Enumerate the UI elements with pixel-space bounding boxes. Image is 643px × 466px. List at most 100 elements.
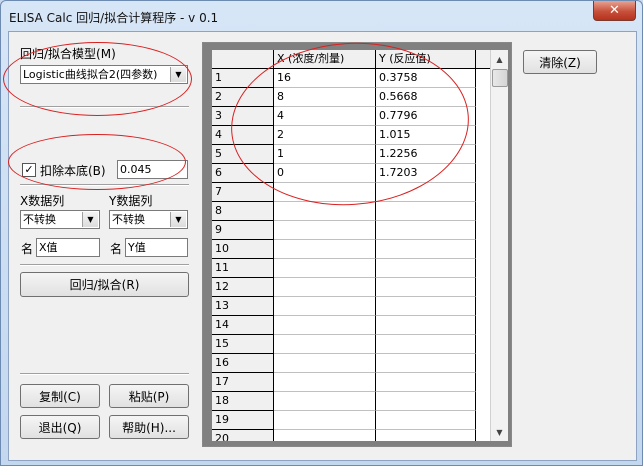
- cell-y[interactable]: [376, 240, 476, 259]
- cell-y[interactable]: [376, 354, 476, 373]
- y-column-label: Y数据列: [109, 194, 153, 208]
- cell-y[interactable]: [376, 335, 476, 354]
- cell-x[interactable]: 4: [274, 107, 376, 126]
- exit-button[interactable]: 退出(Q): [20, 415, 100, 439]
- y-name-input[interactable]: Y值: [125, 238, 188, 257]
- cell-y[interactable]: 0.3758: [376, 69, 476, 88]
- table-row: 12: [212, 278, 490, 297]
- cell-x[interactable]: 2: [274, 126, 376, 145]
- cell-x[interactable]: [274, 411, 376, 430]
- background-checkbox[interactable]: ✓: [22, 163, 36, 177]
- row-header[interactable]: 19: [212, 411, 274, 430]
- cell-y[interactable]: 0.7796: [376, 107, 476, 126]
- table-row: 7: [212, 183, 490, 202]
- cell-y[interactable]: 1.015: [376, 126, 476, 145]
- cell-x[interactable]: 16: [274, 69, 376, 88]
- cell-y[interactable]: [376, 392, 476, 411]
- background-value-input[interactable]: 0.045: [117, 160, 188, 179]
- cell-x[interactable]: [274, 354, 376, 373]
- table-row: 20: [212, 430, 490, 441]
- table-row: 9: [212, 221, 490, 240]
- cell-y[interactable]: 0.5668: [376, 88, 476, 107]
- table-row: 8: [212, 202, 490, 221]
- vertical-scrollbar[interactable]: ▲ ▼: [490, 50, 508, 441]
- cell-x[interactable]: 8: [274, 88, 376, 107]
- header-x[interactable]: X (浓度/剂量): [274, 50, 376, 68]
- divider: [20, 264, 189, 266]
- y-transform-select[interactable]: 不转换 ▼: [109, 210, 188, 229]
- table-row: 10: [212, 240, 490, 259]
- paste-button[interactable]: 粘贴(P): [109, 384, 189, 408]
- cell-y[interactable]: [376, 221, 476, 240]
- cell-y[interactable]: [376, 183, 476, 202]
- table-row: 11: [212, 259, 490, 278]
- cell-x[interactable]: [274, 392, 376, 411]
- x-name-input[interactable]: X值: [36, 238, 100, 257]
- cell-y[interactable]: [376, 316, 476, 335]
- x-transform-select[interactable]: 不转换 ▼: [20, 210, 100, 229]
- row-header[interactable]: 1: [212, 69, 274, 88]
- row-header[interactable]: 2: [212, 88, 274, 107]
- row-header[interactable]: 8: [212, 202, 274, 221]
- cell-x[interactable]: [274, 240, 376, 259]
- row-header[interactable]: 9: [212, 221, 274, 240]
- row-header[interactable]: 5: [212, 145, 274, 164]
- row-header[interactable]: 20: [212, 430, 274, 441]
- cell-x[interactable]: [274, 373, 376, 392]
- close-icon: ✕: [609, 3, 620, 18]
- x-column-label: X数据列: [20, 194, 65, 208]
- cell-y[interactable]: 1.7203: [376, 164, 476, 183]
- row-header[interactable]: 3: [212, 107, 274, 126]
- row-header[interactable]: 6: [212, 164, 274, 183]
- row-header[interactable]: 15: [212, 335, 274, 354]
- cell-y[interactable]: [376, 278, 476, 297]
- clear-button[interactable]: 清除(Z): [523, 50, 597, 74]
- scroll-thumb[interactable]: [492, 69, 508, 87]
- cell-y[interactable]: [376, 202, 476, 221]
- table-row: 6 0 1.7203: [212, 164, 490, 183]
- header-y[interactable]: Y (反应值): [376, 50, 476, 68]
- cell-x[interactable]: [274, 316, 376, 335]
- cell-y[interactable]: [376, 297, 476, 316]
- row-header[interactable]: 18: [212, 392, 274, 411]
- cell-x[interactable]: [274, 221, 376, 240]
- row-header[interactable]: 17: [212, 373, 274, 392]
- cell-x[interactable]: 0: [274, 164, 376, 183]
- row-header[interactable]: 11: [212, 259, 274, 278]
- close-button[interactable]: ✕: [593, 1, 636, 21]
- copy-button[interactable]: 复制(C): [20, 384, 100, 408]
- help-button[interactable]: 帮助(H)...: [109, 415, 189, 439]
- row-header[interactable]: 14: [212, 316, 274, 335]
- data-grid[interactable]: X (浓度/剂量) Y (反应值) 1 16 0.3758 2 8 0.5668 3 4 0.7…: [212, 50, 490, 441]
- table-row: 19: [212, 411, 490, 430]
- row-header[interactable]: 12: [212, 278, 274, 297]
- title-bar[interactable]: ELISA Calc 回归/拟合计算程序 - v 0.1 ✕: [1, 1, 642, 31]
- scroll-down-icon[interactable]: ▼: [492, 424, 507, 440]
- model-select[interactable]: Logistic曲线拟合2(四参数) ▼: [20, 65, 188, 84]
- cell-x[interactable]: [274, 430, 376, 441]
- cell-x[interactable]: [274, 202, 376, 221]
- row-header[interactable]: 10: [212, 240, 274, 259]
- cell-y[interactable]: 1.2256: [376, 145, 476, 164]
- row-header[interactable]: 7: [212, 183, 274, 202]
- row-header[interactable]: 4: [212, 126, 274, 145]
- cell-y[interactable]: [376, 411, 476, 430]
- cell-x[interactable]: [274, 278, 376, 297]
- cell-y[interactable]: [376, 373, 476, 392]
- table-row: 16: [212, 354, 490, 373]
- client-area: 回归/拟合模型(M) Logistic曲线拟合2(四参数) ▼ ✓ 扣除本底(B…: [8, 31, 637, 461]
- cell-x[interactable]: [274, 297, 376, 316]
- chevron-down-icon: ▼: [170, 212, 186, 227]
- cell-x[interactable]: [274, 183, 376, 202]
- table-row: 3 4 0.7796: [212, 107, 490, 126]
- cell-y[interactable]: [376, 259, 476, 278]
- row-header[interactable]: 13: [212, 297, 274, 316]
- cell-x[interactable]: [274, 259, 376, 278]
- row-header[interactable]: 16: [212, 354, 274, 373]
- scroll-up-icon[interactable]: ▲: [492, 51, 507, 67]
- cell-x[interactable]: 1: [274, 145, 376, 164]
- cell-x[interactable]: [274, 335, 376, 354]
- regress-button[interactable]: 回归/拟合(R): [20, 272, 189, 297]
- table-row: 2 8 0.5668: [212, 88, 490, 107]
- cell-y[interactable]: [376, 430, 476, 441]
